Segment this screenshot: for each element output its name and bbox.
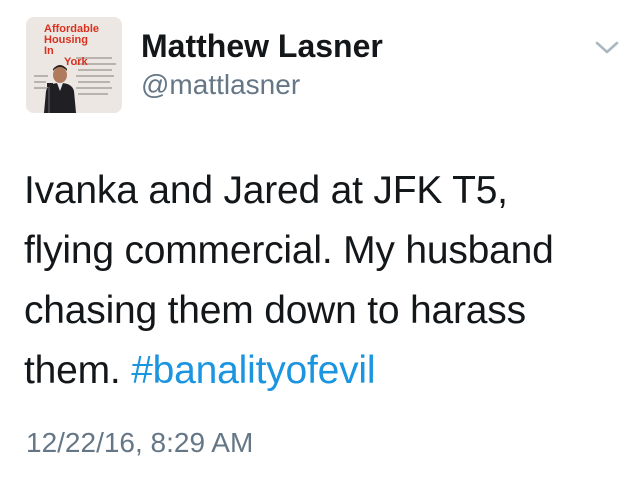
tweet-text: Ivanka and Jared at JFK T5, flying comme… [24,161,624,401]
chevron-down-icon[interactable] [592,38,622,58]
display-name[interactable]: Matthew Lasner [141,26,383,66]
tweet-text-end: them. [24,349,121,392]
avatar[interactable]: Affordable Housing In York [26,17,122,113]
tweet-timestamp[interactable]: 12/22/16, 8:29 AM [26,425,253,461]
tweet-card: Affordable Housing In York Matthew Lasne… [0,0,640,482]
tweet-text-line: flying commercial. My husband [24,229,554,272]
tweet-text-line: Ivanka and Jared at JFK T5, [24,169,508,212]
profile-photo-icon: Affordable Housing In York [26,17,122,113]
hashtag-link[interactable]: #banalityofevil [131,349,375,392]
svg-text:York: York [64,56,89,68]
tweet-text-line: them. #banalityofevil [24,341,624,401]
user-handle[interactable]: @mattlasner [141,67,300,103]
tweet-text-line: chasing them down to harass [24,289,526,332]
svg-text:In: In [44,45,54,57]
